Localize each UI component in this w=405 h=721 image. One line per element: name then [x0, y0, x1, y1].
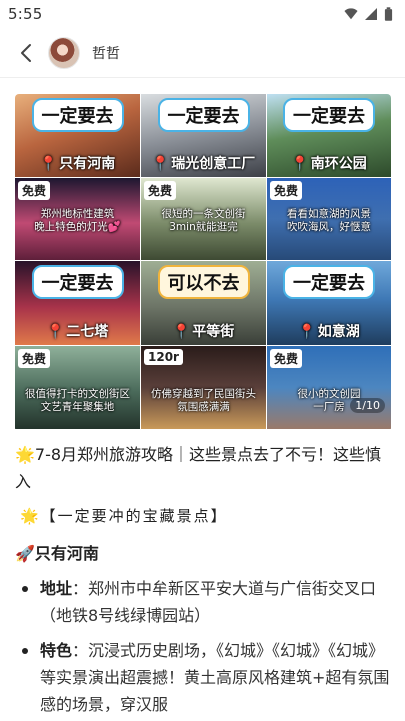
detail-list: 地址：郑州市中牟新区平安大道与广信街交叉口（地铁8号线绿博园站） 特色：沉浸式历… — [22, 575, 390, 721]
grid-cell: 一定要去 📍 二七塔 — [15, 261, 140, 345]
grid-cell: 一定要去 📍 瑞光创意工厂 — [141, 94, 266, 177]
priority-pill: 一定要去 — [31, 265, 124, 299]
back-arrow-icon — [21, 43, 31, 62]
grid-cell: 可以不去 📍 平等街 — [141, 261, 266, 345]
price-badge: 免费 — [270, 349, 303, 368]
image-counter: 1/10 — [350, 398, 385, 413]
bullet-text: ：沉浸式历史剧场，《幻城》《幻城》《幻城》等实景演出超震撼！黄土高原风格建筑+超… — [40, 641, 390, 714]
grid-cell: 免费 很小的文创园 一厂房 1/10 — [267, 346, 391, 429]
grid-cell: 一定要去 📍 南环公园 — [267, 94, 391, 177]
cell-caption: 很短的一条文创街 3min就能逛完 — [161, 208, 246, 233]
location-label: 📍 如意湖 — [298, 324, 360, 340]
cell-caption: 郑州地标性建筑 晚上特色的灯光💕 — [34, 208, 121, 233]
place-heading: 🚀只有河南 — [15, 544, 99, 563]
grid-cell: 一定要去 📍 如意湖 — [267, 261, 391, 345]
location-label: 📍 平等街 — [172, 324, 235, 340]
grid-cell: 免费 郑州地标性建筑 晚上特色的灯光💕 — [15, 178, 140, 260]
price-badge: 免费 — [270, 181, 303, 200]
cell-caption: 很值得打卡的文创街区 文艺青年聚集地 — [25, 388, 130, 413]
location-pin-icon: 📍 — [39, 156, 58, 172]
grid-cell: 免费 很短的一条文创街 3min就能逛完 — [141, 178, 266, 260]
location-label: 📍 南环公园 — [291, 156, 367, 172]
priority-pill: 一定要去 — [157, 98, 250, 132]
bullet-text: ：郑州市中牟新区平安大道与广信街交叉口（地铁8号线绿博园站） — [40, 579, 377, 625]
location-pin-icon: 📍 — [46, 324, 65, 340]
back-button[interactable] — [8, 33, 44, 73]
priority-pill: 一定要去 — [283, 98, 375, 132]
list-item: 地址：郑州市中牟新区平安大道与广信街交叉口（地铁8号线绿博园站） — [22, 575, 390, 629]
location-label: 📍 瑞光创意工厂 — [151, 156, 256, 172]
avatar[interactable] — [48, 36, 80, 69]
location-pin-icon: 📍 — [291, 156, 309, 172]
cell-caption: 看看如意湖的风景 吹吹海风，好惬意 — [287, 208, 371, 233]
price-badge: 120r — [144, 349, 183, 365]
wifi-icon — [344, 8, 358, 20]
location-pin-icon: 📍 — [298, 324, 316, 340]
priority-pill: 一定要去 — [283, 265, 375, 299]
cell-caption: 仿佛穿越到了民国街头 氛围感满满 — [151, 388, 256, 413]
price-badge: 免费 — [18, 181, 51, 200]
section-label: 🌟【一定要冲的宝藏景点】 — [20, 507, 228, 525]
bullet-key: 特色 — [40, 641, 73, 660]
username[interactable]: 哲哲 — [92, 43, 120, 63]
status-time: 5:55 — [8, 5, 43, 23]
list-item: 特色：沉浸式历史剧场，《幻城》《幻城》《幻城》等实景演出超震撼！黄土高原风格建筑… — [22, 637, 390, 718]
priority-pill: 可以不去 — [157, 265, 250, 299]
location-label: 📍 二七塔 — [46, 324, 109, 340]
location-pin-icon: 📍 — [151, 156, 170, 172]
grid-cell: 120r 仿佛穿越到了民国街头 氛围感满满 — [141, 346, 266, 429]
grid-cell: 一定要去 📍 只有河南 — [15, 94, 140, 177]
post-title: 🌟7-8月郑州旅游攻略｜这些景点去了不亏！这些慎入 — [15, 445, 382, 491]
status-bar: 5:55 — [0, 0, 405, 28]
grid-cell: 免费 很值得打卡的文创街区 文艺青年聚集地 — [15, 346, 140, 429]
price-badge: 免费 — [144, 181, 177, 200]
battery-icon — [384, 6, 393, 21]
status-icons — [344, 6, 393, 22]
post-header: 哲哲 — [0, 28, 405, 78]
image-gallery[interactable]: 一定要去 📍 只有河南 一定要去 📍 瑞光创意工厂 一定要去 📍 南环公园 免费 郑州… — [15, 94, 391, 432]
priority-pill: 一定要去 — [31, 98, 124, 132]
bullet-key: 地址 — [40, 579, 73, 598]
grid-cell: 免费 看看如意湖的风景 吹吹海风，好惬意 — [267, 178, 391, 260]
location-pin-icon: 📍 — [172, 324, 191, 340]
location-label: 📍 只有河南 — [39, 156, 116, 172]
price-badge: 免费 — [18, 349, 51, 368]
signal-icon — [365, 8, 377, 20]
